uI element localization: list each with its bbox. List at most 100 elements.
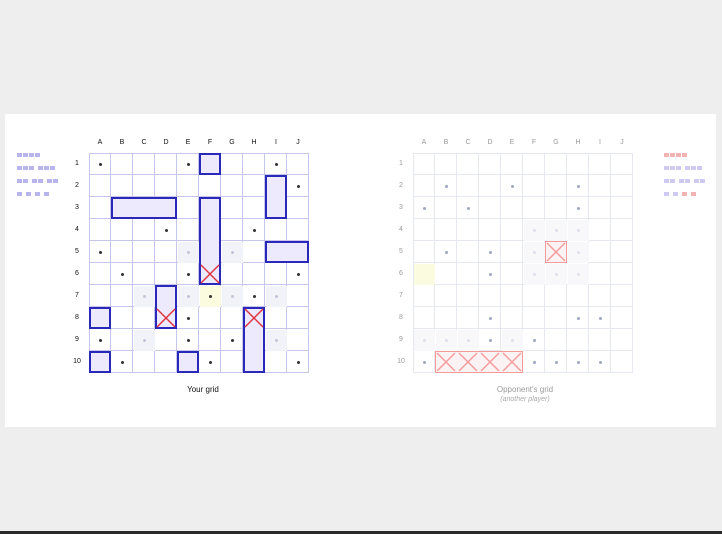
opponent-cell[interactable] — [413, 241, 435, 263]
opponent-cell[interactable] — [611, 197, 633, 219]
opponent-cell[interactable] — [413, 285, 435, 307]
opponent-cell[interactable] — [413, 219, 435, 241]
opponent-cell[interactable] — [611, 175, 633, 197]
player-cell — [155, 175, 177, 197]
opponent-cell[interactable] — [589, 197, 611, 219]
opponent-row-label: 3 — [399, 204, 403, 211]
opponent-hit-marker — [480, 352, 500, 372]
player-cell — [89, 219, 111, 241]
player-cell — [199, 307, 221, 329]
opponent-cell[interactable] — [457, 219, 479, 241]
opponent-cell[interactable] — [413, 307, 435, 329]
opponent-cell[interactable] — [501, 307, 523, 329]
fleet-row — [664, 179, 709, 183]
player-col-label: E — [185, 139, 191, 146]
opponent-cell[interactable] — [501, 285, 523, 307]
opponent-cell[interactable] — [479, 197, 501, 219]
opponent-cell[interactable] — [589, 329, 611, 351]
fleet-ship-segment — [17, 192, 22, 196]
opponent-hit-marker — [458, 352, 478, 372]
fleet-ship-indicator — [664, 153, 688, 157]
opponent-cell[interactable] — [435, 219, 457, 241]
opponent-cell[interactable] — [501, 263, 523, 285]
opponent-cell[interactable] — [567, 285, 589, 307]
opponent-cell[interactable] — [545, 307, 567, 329]
player-cell — [133, 307, 155, 329]
opponent-cell[interactable] — [501, 197, 523, 219]
opponent-cell[interactable] — [589, 285, 611, 307]
opponent-cell[interactable] — [501, 241, 523, 263]
player-ship — [177, 351, 199, 373]
opponent-cell[interactable] — [589, 153, 611, 175]
player-miss-marker — [297, 273, 300, 276]
opponent-cell[interactable] — [611, 285, 633, 307]
opponent-cell[interactable] — [611, 241, 633, 263]
opponent-cell[interactable] — [611, 307, 633, 329]
player-hit-marker — [156, 308, 176, 328]
opponent-cell[interactable] — [523, 197, 545, 219]
opponent-cell[interactable] — [457, 153, 479, 175]
opponent-cell[interactable] — [479, 285, 501, 307]
fleet-ship-segment — [664, 192, 669, 196]
player-cell — [265, 263, 287, 285]
opponent-cell[interactable] — [611, 153, 633, 175]
player-cell — [89, 285, 111, 307]
opponent-cell[interactable] — [589, 263, 611, 285]
opponent-cell[interactable] — [457, 307, 479, 329]
fleet-ship-segment — [23, 153, 28, 157]
fleet-ship-indicator — [38, 166, 56, 170]
opponent-cell[interactable] — [501, 153, 523, 175]
opponent-cell[interactable] — [567, 153, 589, 175]
player-near-miss-marker — [143, 339, 146, 342]
opponent-cell[interactable] — [589, 175, 611, 197]
player-near-miss-marker — [275, 295, 278, 298]
fleet-ship-indicator — [673, 192, 679, 196]
player-near-miss-marker — [187, 295, 190, 298]
player-cell — [221, 153, 243, 175]
opponent-cell[interactable] — [413, 175, 435, 197]
opponent-cell[interactable] — [545, 153, 567, 175]
opponent-cell[interactable] — [523, 285, 545, 307]
player-miss-marker — [121, 361, 124, 364]
opponent-cell[interactable] — [589, 219, 611, 241]
fleet-ship-segment — [23, 166, 28, 170]
opponent-cell[interactable] — [589, 241, 611, 263]
player-cell — [111, 153, 133, 175]
opponent-cell[interactable] — [457, 241, 479, 263]
opponent-cell[interactable] — [479, 175, 501, 197]
player-row-label: 2 — [75, 182, 79, 189]
opponent-cell[interactable] — [545, 197, 567, 219]
opponent-cell[interactable] — [611, 351, 633, 373]
opponent-cell[interactable] — [545, 285, 567, 307]
player-near-miss-marker — [275, 339, 278, 342]
player-cell — [133, 241, 155, 263]
opponent-cell[interactable] — [479, 153, 501, 175]
opponent-cell[interactable] — [479, 219, 501, 241]
opponent-cell[interactable] — [435, 307, 457, 329]
opponent-near-miss-marker — [467, 339, 470, 342]
opponent-cell[interactable] — [611, 263, 633, 285]
opponent-cell[interactable] — [457, 263, 479, 285]
opponent-row-label: 1 — [399, 160, 403, 167]
opponent-cell[interactable] — [611, 219, 633, 241]
opponent-cell[interactable] — [545, 329, 567, 351]
opponent-cell[interactable] — [523, 307, 545, 329]
opponent-cell[interactable] — [435, 285, 457, 307]
fleet-ship-segment — [47, 179, 52, 183]
opponent-cell[interactable] — [567, 329, 589, 351]
opponent-cell[interactable] — [435, 197, 457, 219]
opponent-cell[interactable] — [413, 153, 435, 175]
opponent-cell[interactable] — [457, 175, 479, 197]
opponent-cell[interactable] — [545, 175, 567, 197]
fleet-ship-segment — [664, 179, 669, 183]
player-miss-marker — [209, 295, 212, 298]
opponent-cell[interactable] — [457, 285, 479, 307]
opponent-cell[interactable] — [523, 175, 545, 197]
opponent-cell[interactable] — [501, 219, 523, 241]
fleet-ship-segment — [700, 179, 705, 183]
opponent-cell[interactable] — [523, 153, 545, 175]
opponent-cell[interactable] — [435, 263, 457, 285]
opponent-cell[interactable] — [435, 153, 457, 175]
player-cell — [221, 219, 243, 241]
opponent-cell[interactable] — [611, 329, 633, 351]
